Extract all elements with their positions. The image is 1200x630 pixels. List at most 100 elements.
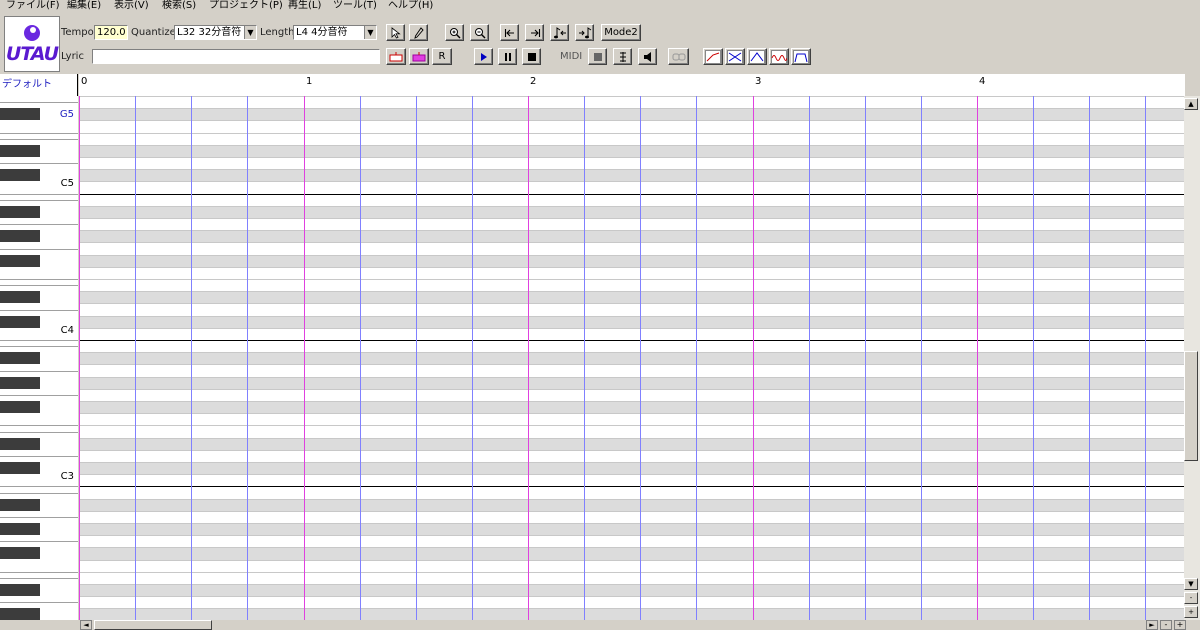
go-start-button[interactable] [500, 24, 519, 41]
grid-row-white-key[interactable] [79, 364, 1185, 377]
menu-tools[interactable]: ツール(T) [333, 0, 377, 12]
zoom-out-vertical-icon[interactable]: - [1184, 592, 1198, 604]
midi-settings-button[interactable] [613, 48, 632, 65]
grid-row-white-key[interactable] [79, 510, 1185, 523]
piano-black-key[interactable] [0, 315, 40, 328]
horizontal-scrollbar[interactable]: ◄ ► - + [0, 620, 1200, 630]
menu-view[interactable]: 表示(V) [114, 0, 149, 12]
grid-row-white-key[interactable] [79, 559, 1185, 572]
menu-play[interactable]: 再生(L) [288, 0, 321, 12]
grid-row-white-key[interactable] [79, 266, 1185, 279]
pause-button[interactable] [498, 48, 517, 65]
piano-roll-grid[interactable] [79, 96, 1185, 620]
grid-row-white-key[interactable] [79, 571, 1185, 584]
piano-black-key[interactable] [0, 437, 40, 450]
scroll-down-icon[interactable]: ▼ [1184, 578, 1198, 590]
grid-row-black-key[interactable] [79, 230, 1185, 243]
scroll-up-icon[interactable]: ▲ [1184, 98, 1198, 110]
quantize-select[interactable]: L32 32分音符 ▼ [174, 25, 257, 40]
menu-project[interactable]: プロジェクト(P) [209, 0, 283, 12]
menu-search[interactable]: 検索(S) [162, 0, 196, 12]
piano-keyboard[interactable]: G5 C5 C4 C3 [0, 96, 78, 620]
stop-button[interactable] [522, 48, 541, 65]
grid-row-white-key[interactable] [79, 388, 1185, 401]
grid-row-black-key[interactable] [79, 352, 1185, 365]
vertical-scrollbar[interactable]: ▲ ▼ - + [1184, 96, 1200, 620]
r-button[interactable]: R [432, 48, 452, 65]
grid-row-black-key[interactable] [79, 437, 1185, 450]
grid-row-white-key[interactable] [79, 327, 1185, 340]
grid-row-white-key[interactable] [79, 218, 1185, 231]
piano-black-key[interactable] [0, 547, 40, 560]
grid-row-white-key[interactable] [79, 132, 1185, 145]
link-button[interactable] [668, 48, 689, 65]
piano-black-key[interactable] [0, 608, 40, 620]
grid-row-black-key[interactable] [79, 205, 1185, 218]
zoom-in-button[interactable] [445, 24, 464, 41]
measure-ruler[interactable]: 0 1 2 3 4 [79, 74, 1185, 96]
grid-row-white-key[interactable] [79, 425, 1185, 438]
piano-black-key[interactable] [0, 169, 40, 182]
grid-row-black-key[interactable] [79, 547, 1185, 560]
piano-black-key[interactable] [0, 108, 40, 121]
pitch-curve-button-4[interactable] [769, 48, 789, 65]
pitch-curve-button-5[interactable] [791, 48, 811, 65]
grid-row-white-key[interactable] [79, 157, 1185, 170]
zoom-in-vertical-icon[interactable]: + [1184, 606, 1198, 618]
grid-row-white-key[interactable] [79, 279, 1185, 292]
grid-row-white-key[interactable] [79, 596, 1185, 609]
grid-row-white-key[interactable] [79, 486, 1185, 499]
pitch-curve-button-3[interactable] [747, 48, 767, 65]
piano-black-key[interactable] [0, 254, 40, 267]
grid-row-white-key[interactable] [79, 120, 1185, 133]
grid-row-black-key[interactable] [79, 401, 1185, 414]
zoom-out-button[interactable] [470, 24, 489, 41]
grid-row-black-key[interactable] [79, 144, 1185, 157]
grid-row-white-key[interactable] [79, 181, 1185, 194]
piano-black-key[interactable] [0, 144, 40, 157]
menu-edit[interactable]: 編集(E) [67, 0, 101, 12]
grid-row-white-key[interactable] [79, 474, 1185, 487]
grid-row-black-key[interactable] [79, 169, 1185, 182]
piano-black-key[interactable] [0, 291, 40, 304]
grid-row-white-key[interactable] [79, 303, 1185, 316]
track-label[interactable]: デフォルト [0, 74, 78, 96]
grid-row-black-key[interactable] [79, 254, 1185, 267]
grid-row-black-key[interactable] [79, 462, 1185, 475]
pitch-curve-button-1[interactable] [703, 48, 723, 65]
vertical-scroll-thumb[interactable] [1184, 351, 1198, 461]
horizontal-scroll-thumb[interactable] [94, 620, 212, 630]
pencil-tool-button[interactable] [409, 24, 428, 41]
grid-row-black-key[interactable] [79, 608, 1185, 620]
lyric-input[interactable] [92, 49, 380, 64]
mode2-button[interactable]: Mode2 [601, 24, 641, 41]
grid-row-white-key[interactable] [79, 340, 1185, 353]
zoom-in-horizontal-icon[interactable]: + [1174, 620, 1186, 630]
scroll-left-icon[interactable]: ◄ [80, 620, 92, 630]
piano-black-key[interactable] [0, 498, 40, 511]
grid-row-black-key[interactable] [79, 376, 1185, 389]
grid-row-white-key[interactable] [79, 535, 1185, 548]
grid-row-white-key[interactable] [79, 449, 1185, 462]
go-end-button[interactable] [525, 24, 544, 41]
grid-row-white-key[interactable] [79, 242, 1185, 255]
menu-help[interactable]: ヘルプ(H) [388, 0, 433, 12]
grid-row-black-key[interactable] [79, 108, 1185, 121]
pitch-curve-button-2[interactable] [725, 48, 745, 65]
pointer-tool-button[interactable] [386, 24, 405, 41]
grid-row-black-key[interactable] [79, 315, 1185, 328]
piano-black-key[interactable] [0, 205, 40, 218]
insert-note-button[interactable] [386, 48, 406, 65]
midi-stop-button[interactable] [588, 48, 607, 65]
piano-black-key[interactable] [0, 376, 40, 389]
chevron-down-icon[interactable]: ▼ [244, 26, 256, 39]
piano-black-key[interactable] [0, 584, 40, 596]
piano-black-key[interactable] [0, 401, 40, 413]
scroll-right-icon[interactable]: ► [1146, 620, 1158, 630]
piano-black-key[interactable] [0, 352, 40, 365]
grid-row-black-key[interactable] [79, 291, 1185, 304]
grid-row-black-key[interactable] [79, 584, 1185, 597]
grid-row-white-key[interactable] [79, 96, 1185, 109]
grid-row-black-key[interactable] [79, 498, 1185, 511]
play-button[interactable] [474, 48, 493, 65]
